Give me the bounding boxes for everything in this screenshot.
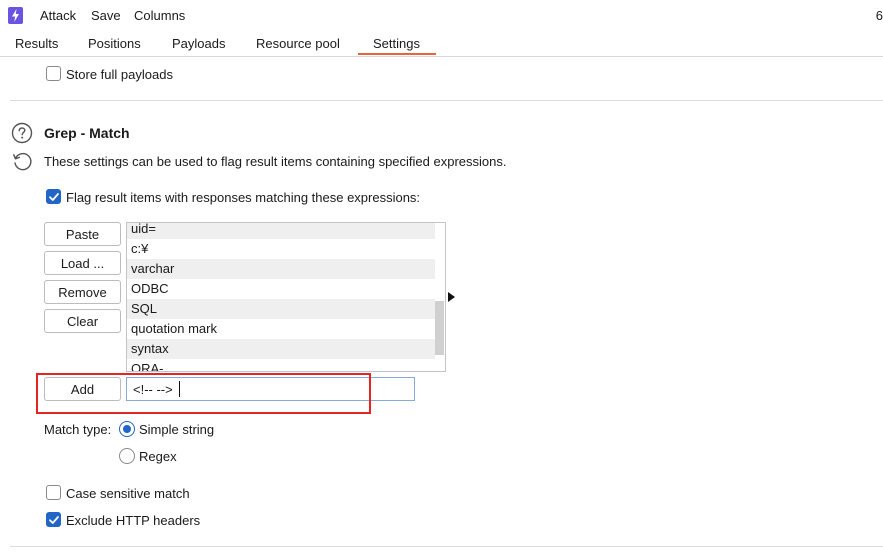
case-sensitive-label: Case sensitive match	[66, 486, 190, 501]
section-divider	[10, 546, 883, 547]
reset-defaults-icon[interactable]	[11, 150, 33, 172]
menu-bar: Attack Save Columns 6	[0, 0, 883, 31]
active-tab-indicator	[358, 53, 436, 55]
regex-radio[interactable]	[119, 448, 135, 464]
window-edge-text: 6	[875, 8, 883, 23]
simple-string-label: Simple string	[139, 422, 215, 437]
section-divider	[10, 100, 883, 101]
expressions-list[interactable]: uid= c:¥ varchar ODBC SQL quotation mark…	[126, 222, 446, 372]
match-type-label: Match type:	[44, 422, 112, 437]
flag-result-items-label: Flag result items with responses matchin…	[66, 190, 421, 205]
highlight-annotation-box	[36, 373, 371, 414]
case-sensitive-checkbox[interactable]	[46, 485, 61, 500]
list-item[interactable]: syntax	[127, 339, 436, 359]
paste-button[interactable]: Paste	[44, 222, 121, 246]
menu-save[interactable]: Save	[91, 8, 121, 23]
menu-attack[interactable]: Attack	[40, 8, 76, 23]
regex-label: Regex	[139, 449, 177, 464]
section-title: Grep - Match	[44, 125, 130, 141]
list-item[interactable]: quotation mark	[127, 319, 436, 339]
burp-app-icon	[8, 7, 23, 24]
simple-string-radio[interactable]	[119, 421, 135, 437]
list-item[interactable]: ODBC	[127, 279, 436, 299]
clear-button[interactable]: Clear	[44, 309, 121, 333]
store-full-payloads-checkbox[interactable]	[46, 66, 61, 81]
tab-results[interactable]: Results	[15, 36, 58, 51]
tab-resource-pool[interactable]: Resource pool	[256, 36, 340, 51]
list-item[interactable]: uid=	[127, 223, 436, 239]
caret-right-icon	[448, 292, 455, 302]
store-full-payloads-label: Store full payloads	[66, 67, 173, 82]
remove-button[interactable]: Remove	[44, 280, 121, 304]
list-item[interactable]: c:¥	[127, 239, 436, 259]
exclude-http-headers-checkbox[interactable]	[46, 512, 61, 527]
tab-settings[interactable]: Settings	[373, 36, 420, 51]
menu-columns[interactable]: Columns	[134, 8, 185, 23]
load-button[interactable]: Load ...	[44, 251, 121, 275]
flag-result-items-checkbox[interactable]	[46, 189, 61, 204]
list-item[interactable]: SQL	[127, 299, 436, 319]
exclude-http-headers-label: Exclude HTTP headers	[66, 513, 201, 528]
tab-positions[interactable]: Positions	[88, 36, 141, 51]
list-scrollbar-thumb[interactable]	[435, 301, 444, 355]
help-icon[interactable]	[11, 122, 33, 144]
section-description: These settings can be used to flag resul…	[44, 154, 507, 169]
list-item[interactable]: ORA-	[127, 359, 436, 371]
list-item[interactable]: varchar	[127, 259, 436, 279]
tab-bar: Results Positions Payloads Resource pool…	[0, 31, 883, 57]
tab-payloads[interactable]: Payloads	[172, 36, 225, 51]
